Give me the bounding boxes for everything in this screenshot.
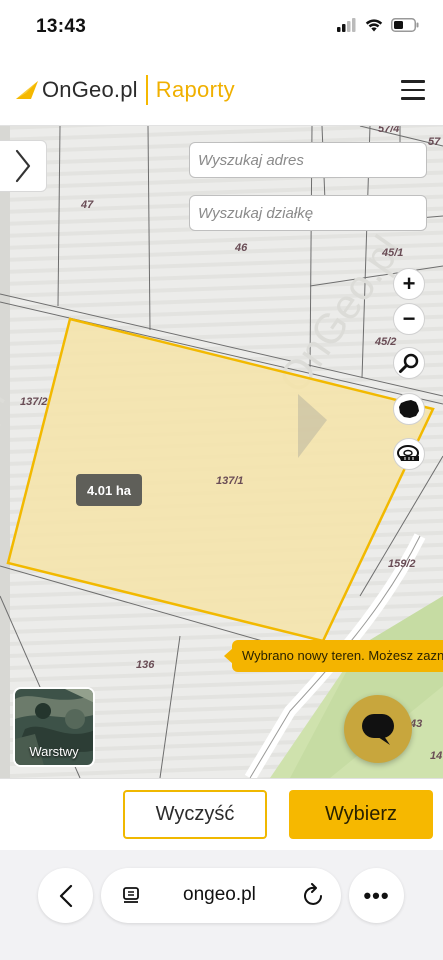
parcel-label: 46	[235, 242, 248, 254]
layers-button[interactable]: Warstwy	[13, 687, 95, 767]
tabs-icon[interactable]	[121, 886, 141, 906]
plot-search-input[interactable]	[189, 195, 427, 231]
more-options-button[interactable]: •••	[349, 868, 404, 923]
select-button[interactable]: Wybierz	[289, 790, 433, 839]
url-text: ongeo.pl	[183, 884, 256, 905]
draw-area-button[interactable]	[393, 393, 425, 425]
action-bar: Wyczyść Wybierz	[0, 778, 443, 850]
sidebar-toggle-button[interactable]	[0, 140, 47, 192]
poland-map-icon	[399, 400, 419, 418]
reload-icon[interactable]	[303, 883, 325, 907]
screen: 13:43 OnGeo.pl Raporty OnGeo.pl pl 57/4 …	[0, 0, 443, 960]
parcel-label: 14	[430, 750, 443, 762]
parcel-label: 159/2	[388, 558, 416, 570]
back-button[interactable]	[38, 868, 93, 923]
signal-icon	[337, 18, 356, 32]
brand-name: OnGeo.pl	[42, 77, 138, 102]
chevron-right-icon	[15, 149, 31, 183]
chevron-left-icon	[59, 884, 72, 907]
area-label: 4.01 ha	[76, 474, 142, 506]
parcel-label: 57/4	[378, 126, 400, 135]
section-name: Raporty	[155, 77, 235, 102]
tape-measure-icon	[397, 445, 419, 461]
parcel-label: 47	[81, 199, 94, 211]
address-bar[interactable]: ongeo.pl	[101, 868, 341, 923]
parcel-label: 136	[136, 659, 155, 671]
parcel-label: 137/2	[20, 396, 48, 408]
parcel-label: 45/1	[382, 247, 404, 259]
app-header: OnGeo.pl Raporty	[0, 58, 443, 126]
parcel-label: 57	[428, 136, 441, 148]
layers-label: Warstwy	[29, 744, 79, 759]
logo-separator	[145, 75, 148, 105]
chat-button[interactable]	[344, 695, 412, 763]
magnifier-icon	[399, 353, 419, 373]
parcel-label: 137/1	[216, 475, 244, 487]
address-search-input[interactable]	[189, 142, 427, 178]
notification-toast: Wybrano nowy teren. Możesz zazn	[232, 640, 443, 672]
browser-toolbar: ongeo.pl •••	[0, 850, 443, 960]
map[interactable]: OnGeo.pl pl 57/4 57 47 46 45/1 45/2 137/…	[0, 126, 443, 778]
menu-icon[interactable]	[401, 80, 425, 100]
chat-bubble-icon	[362, 714, 394, 745]
parcel-label: 45/2	[375, 336, 397, 348]
clear-button[interactable]: Wyczyść	[123, 790, 267, 839]
zoom-out-button[interactable]: −	[393, 303, 425, 335]
search-map-button[interactable]	[393, 347, 425, 379]
logo-mark-icon	[16, 81, 38, 99]
battery-icon	[391, 18, 419, 32]
logo[interactable]: OnGeo.pl Raporty	[14, 75, 235, 105]
status-bar: 13:43	[0, 0, 443, 58]
status-time: 13:43	[36, 16, 87, 37]
zoom-in-button[interactable]: +	[393, 268, 425, 300]
status-icons	[337, 18, 419, 32]
measure-button[interactable]	[393, 438, 425, 470]
wifi-icon	[365, 19, 383, 32]
